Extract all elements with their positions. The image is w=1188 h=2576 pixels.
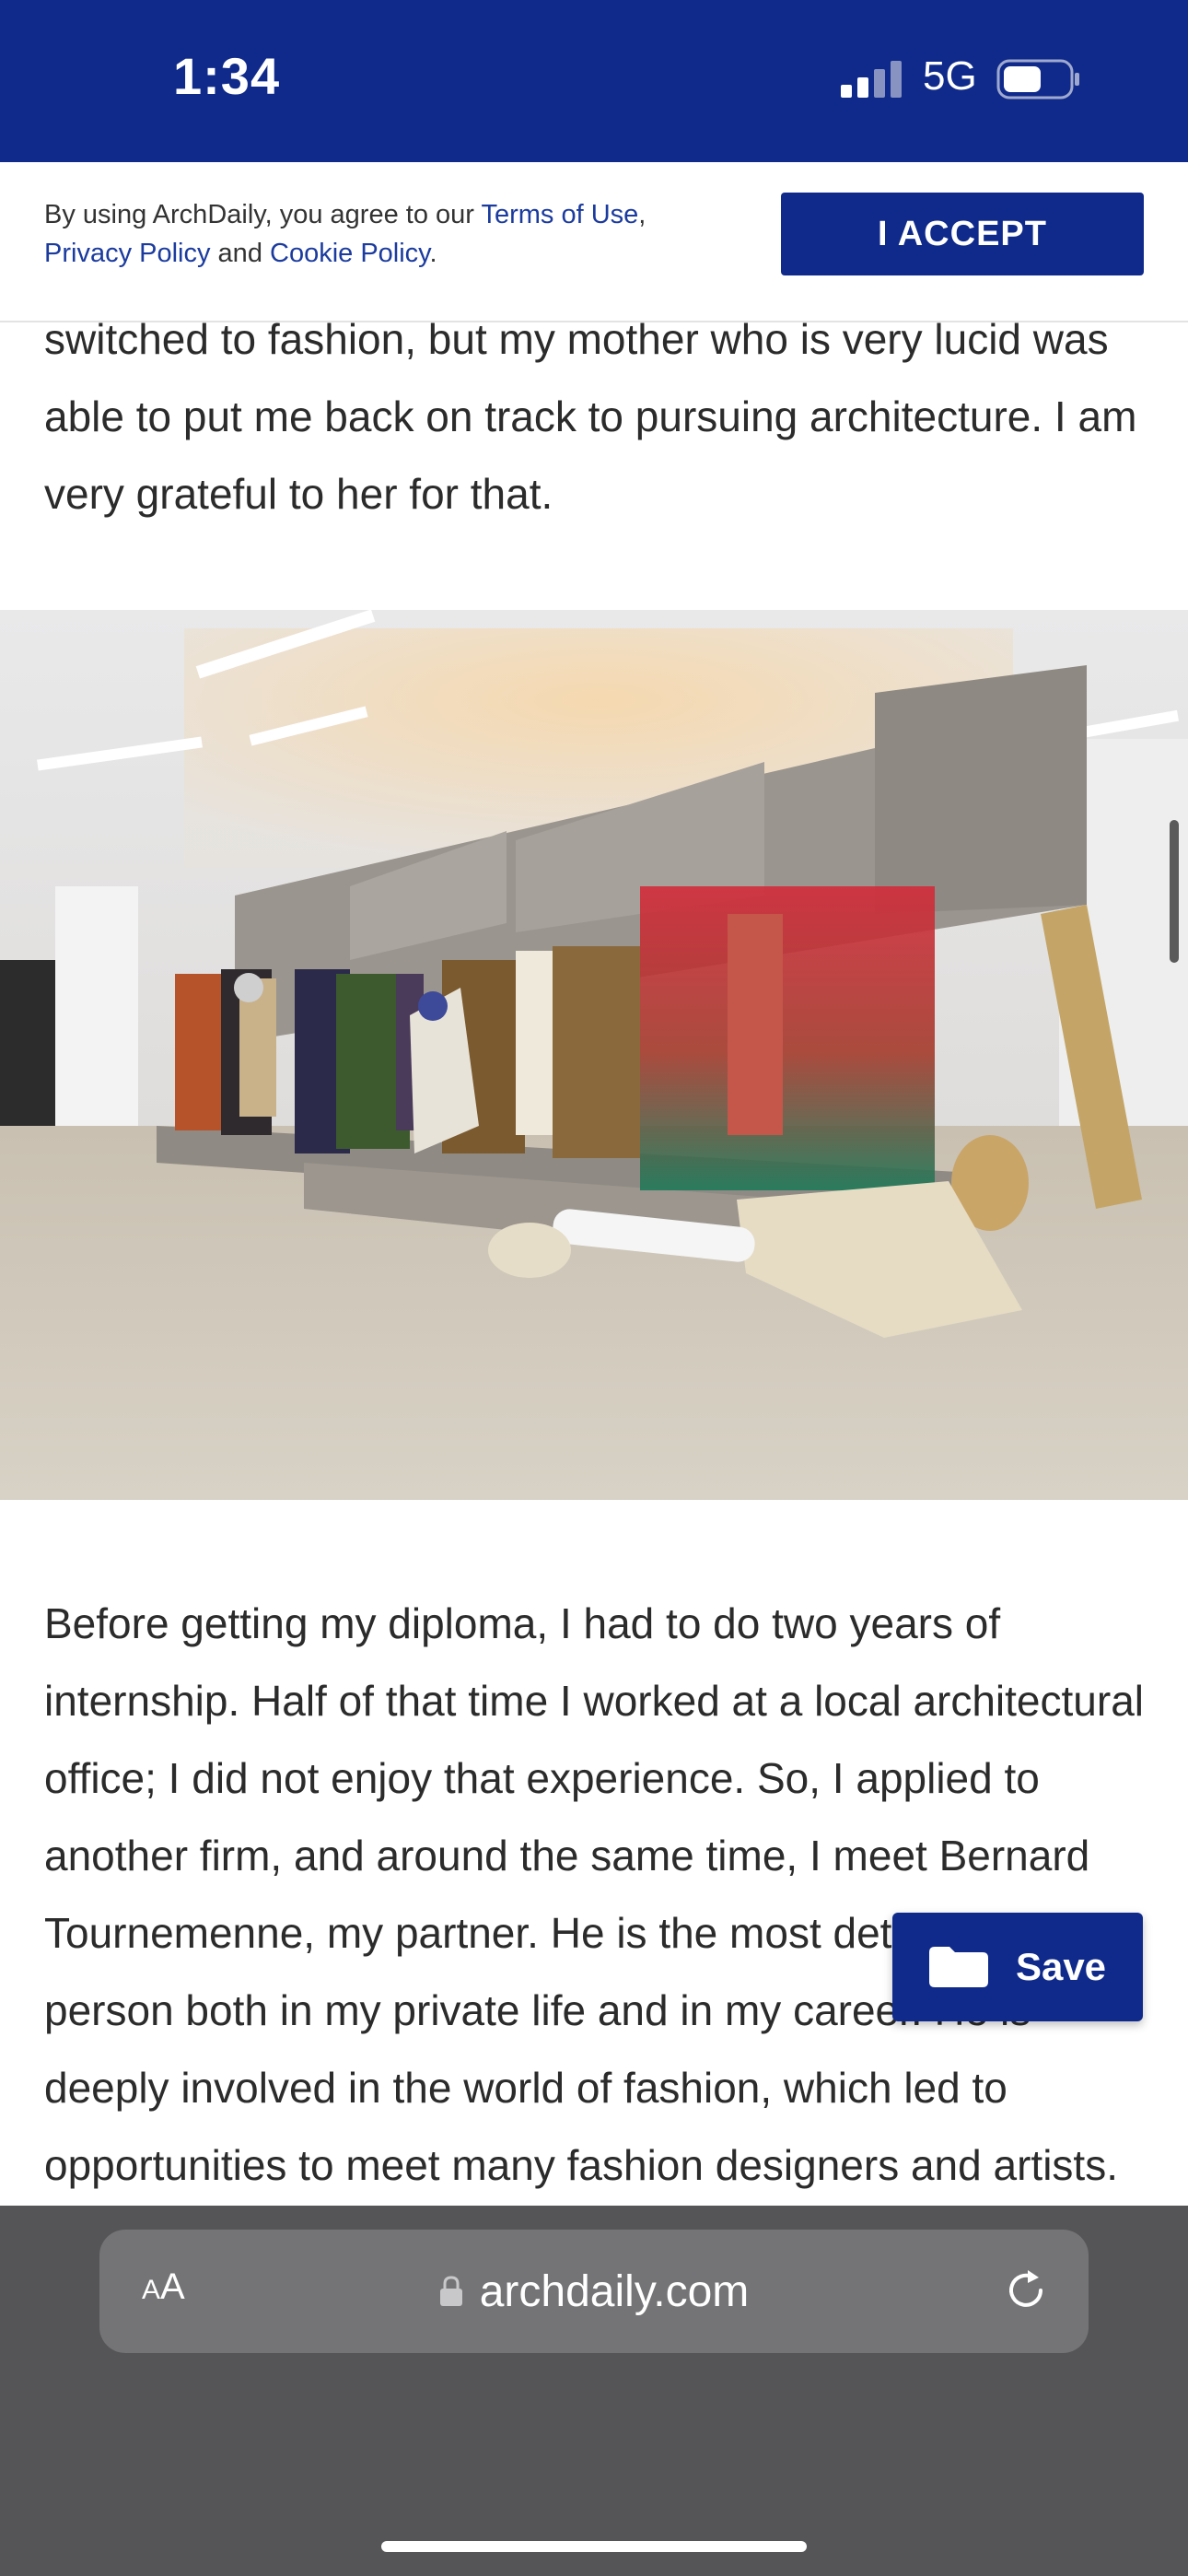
address-bar[interactable]: AA archdaily.com [99,2230,1089,2353]
cookie-text-suffix: . [429,239,437,268]
browser-toolbar: AA archdaily.com [0,2206,1188,2576]
signal-strength-icon [841,61,902,98]
store-interior-image [0,610,1188,1500]
home-indicator[interactable] [381,2541,807,2552]
battery-icon [996,59,1079,100]
terms-of-use-link[interactable]: Terms of Use [481,200,638,229]
folder-icon [928,1947,988,1987]
cookie-text-separator: , [638,200,646,229]
article-paragraph: switched to fashion, but my mother who i… [44,315,1137,518]
cookie-policy-link[interactable]: Cookie Policy [270,239,430,268]
url-text: archdaily.com [479,2266,750,2316]
article-photo[interactable] [0,610,1188,1500]
status-bar: 1:34 5G [0,0,1188,162]
cookie-banner: By using ArchDaily, you agree to our Ter… [0,162,1188,322]
cookie-text-middle: and [210,239,270,268]
status-time: 1:34 [173,47,281,105]
save-button[interactable]: Save [892,1913,1143,2021]
network-type: 5G [923,53,977,99]
scroll-indicator[interactable] [1170,820,1179,963]
cookie-text-prefix: By using ArchDaily, you agree to our [44,200,482,229]
lock-icon [439,2276,462,2306]
url-display[interactable]: archdaily.com [99,2230,1089,2353]
save-label: Save [1015,1945,1107,1988]
accept-cookies-button[interactable]: I ACCEPT [781,193,1144,275]
page: 1:34 5G By using ArchDaily, you agree to… [0,0,1188,2576]
privacy-policy-link[interactable]: Privacy Policy [44,239,211,268]
reload-icon[interactable] [1000,2265,1052,2316]
cookie-consent-text: By using ArchDaily, you agree to our Ter… [44,195,726,273]
